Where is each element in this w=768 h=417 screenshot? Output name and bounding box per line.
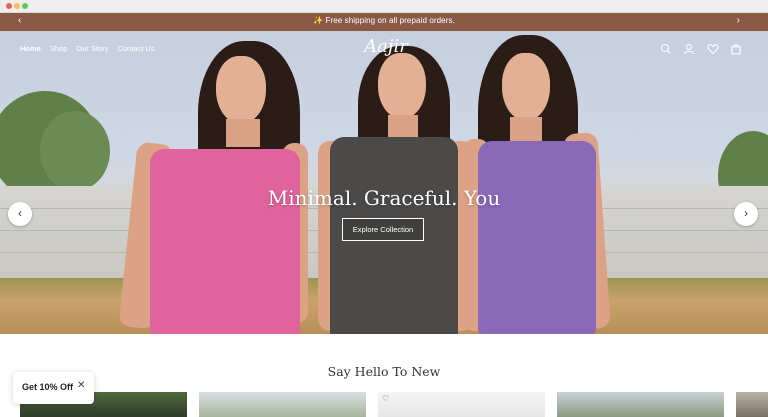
nav-our-story[interactable]: Our Story bbox=[76, 44, 108, 53]
search-icon[interactable] bbox=[660, 42, 674, 54]
hero-banner: Minimal. Graceful. You Explore Collectio… bbox=[0, 31, 768, 334]
discount-popup: Get 10% Off ✕ bbox=[13, 372, 94, 404]
close-icon[interactable]: ✕ bbox=[77, 380, 85, 391]
nav-shop[interactable]: Shop bbox=[50, 44, 68, 53]
cart-icon[interactable] bbox=[730, 42, 744, 55]
nav-home[interactable]: Home bbox=[20, 44, 41, 53]
product-card[interactable] bbox=[199, 392, 366, 417]
product-card[interactable] bbox=[736, 392, 768, 417]
tree-left-2 bbox=[40, 111, 110, 191]
hero-prev-button[interactable]: ‹ bbox=[8, 202, 32, 226]
product-card[interactable] bbox=[557, 392, 724, 417]
maximize-window-dot[interactable] bbox=[22, 3, 28, 9]
wishlist-heart-icon[interactable]: ♡ bbox=[382, 394, 389, 403]
get-discount-button[interactable]: Get 10% Off bbox=[22, 382, 73, 392]
close-window-dot[interactable] bbox=[6, 3, 12, 9]
section-title: Say Hello To New bbox=[327, 364, 441, 379]
account-icon[interactable] bbox=[683, 42, 697, 55]
hero-next-button[interactable]: › bbox=[734, 202, 758, 226]
minimize-window-dot[interactable] bbox=[14, 3, 20, 9]
announcement-text: ✨ Free shipping on all prepaid orders. bbox=[313, 16, 455, 25]
explore-collection-button[interactable]: Explore Collection bbox=[342, 218, 424, 241]
main-nav: Home Shop Our Story Contact Us bbox=[20, 44, 164, 53]
brand-logo[interactable]: Aajir bbox=[356, 36, 416, 57]
product-card[interactable]: ♡ bbox=[378, 392, 545, 417]
wishlist-icon[interactable] bbox=[706, 42, 721, 55]
hero-title: Minimal. Graceful. You bbox=[267, 186, 501, 210]
header-icons bbox=[655, 42, 744, 60]
browser-chrome bbox=[0, 0, 768, 13]
nav-contact-us[interactable]: Contact Us bbox=[117, 44, 154, 53]
announcement-bar: ‹ ✨ Free shipping on all prepaid orders.… bbox=[0, 13, 768, 31]
announcement-next-button[interactable]: › bbox=[737, 15, 740, 27]
